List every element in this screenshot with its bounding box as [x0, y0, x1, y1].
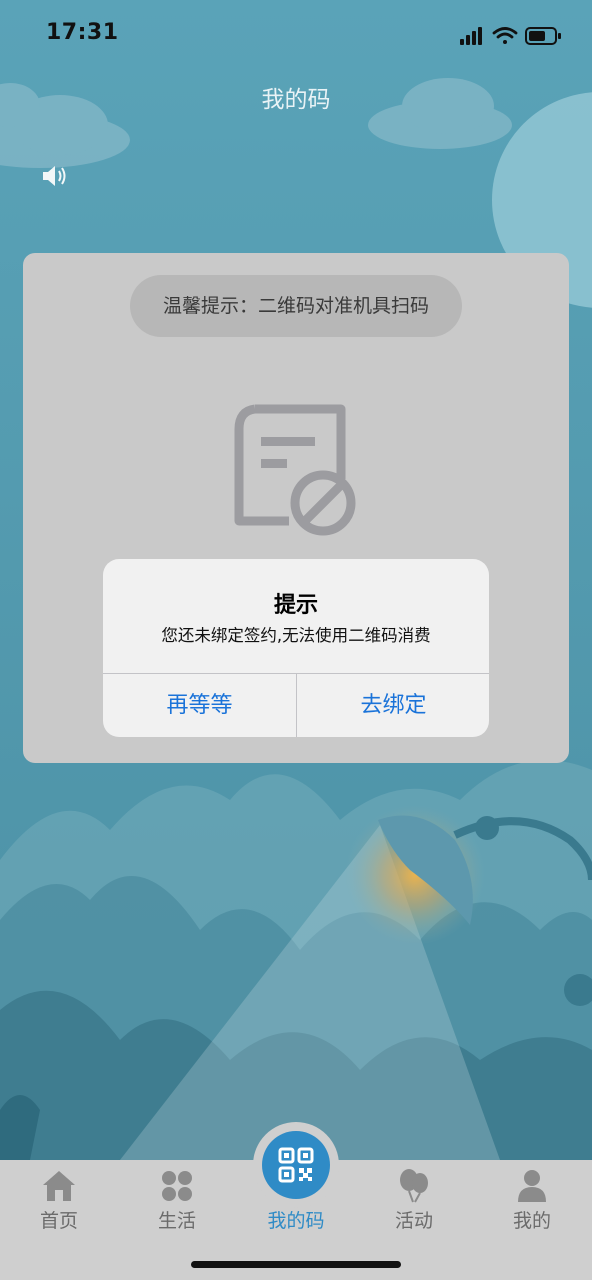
- battery-icon: [525, 27, 561, 45]
- my-code-tab-button[interactable]: [262, 1131, 330, 1199]
- clover-icon: [162, 1171, 192, 1201]
- binding-alert-dialog: 提示 您还未绑定签约,无法使用二维码消费 再等等 去绑定: [103, 559, 489, 737]
- tab-life[interactable]: 生活: [137, 1168, 217, 1232]
- tab-activity[interactable]: 活动: [374, 1168, 454, 1232]
- alert-title: 提示: [273, 593, 318, 618]
- wait-button[interactable]: 再等等: [103, 674, 296, 737]
- status-icons: [460, 27, 561, 45]
- alert-message: 您还未绑定签约,无法使用二维码消费: [161, 626, 431, 645]
- status-time: 17:31: [46, 20, 119, 45]
- go-bind-button[interactable]: 去绑定: [297, 674, 489, 737]
- person-icon: [518, 1170, 546, 1202]
- unavailable-document-icon: [234, 404, 356, 536]
- balloon-icon: [400, 1169, 428, 1203]
- tab-mine[interactable]: 我的: [492, 1168, 572, 1232]
- tab-label: 生活: [157, 1210, 196, 1232]
- tab-home[interactable]: 首页: [19, 1168, 99, 1232]
- cellular-signal-icon: [460, 27, 482, 45]
- scan-tip-banner: 温馨提示：二维码对准机具扫码: [130, 275, 462, 337]
- page-title: 我的码: [261, 87, 331, 113]
- tab-label: 我的: [512, 1210, 551, 1232]
- wifi-icon: [492, 27, 518, 44]
- home-icon: [43, 1171, 75, 1201]
- home-indicator[interactable]: [191, 1261, 401, 1268]
- tab-label: 首页: [39, 1210, 78, 1232]
- tab-label: 活动: [394, 1210, 433, 1232]
- tab-label: 我的码: [267, 1210, 325, 1232]
- speaker-icon[interactable]: [40, 162, 70, 190]
- status-bar: 17:31: [0, 0, 592, 70]
- qr-code-icon: [278, 1147, 314, 1183]
